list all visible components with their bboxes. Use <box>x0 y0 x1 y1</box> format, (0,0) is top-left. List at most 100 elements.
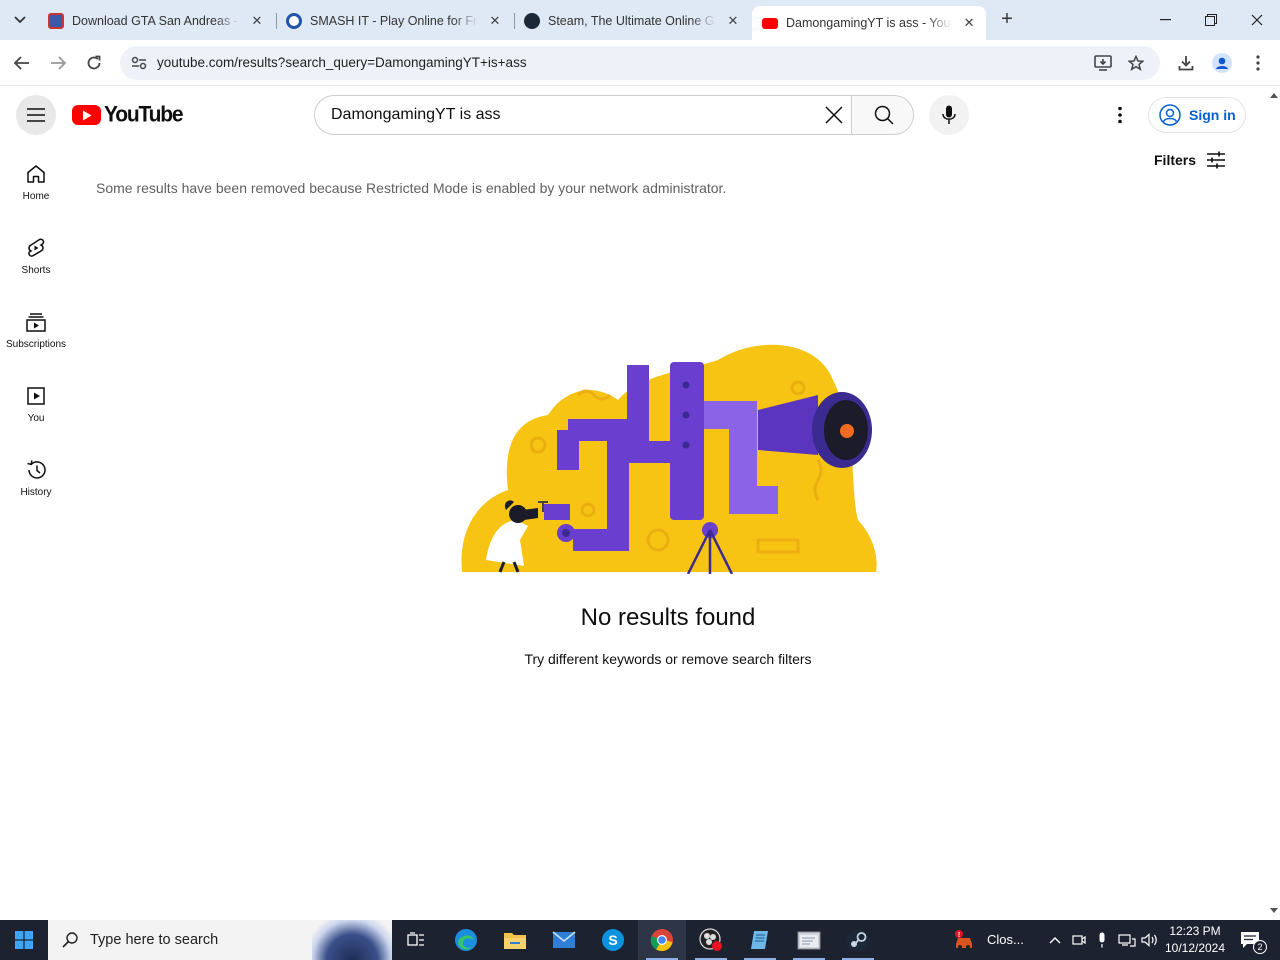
clock-date: 10/12/2024 <box>1164 941 1226 955</box>
notification-count-badge: 2 <box>1253 940 1267 954</box>
microphone-icon <box>942 105 956 124</box>
sidebar-item-history[interactable]: History <box>4 439 68 509</box>
taskbar-notepad[interactable] <box>736 920 784 960</box>
notepad-icon <box>751 931 768 949</box>
task-view-icon <box>407 932 424 946</box>
mail-icon <box>552 931 576 948</box>
sidebar-item-label: Home <box>22 191 50 202</box>
show-hidden-icons-button[interactable] <box>1044 920 1066 960</box>
youtube-play-logo-icon <box>72 105 101 125</box>
task-view-button[interactable] <box>392 920 440 960</box>
start-button[interactable] <box>0 920 48 960</box>
profile-icon <box>1212 53 1232 73</box>
close-tab-icon[interactable]: ✕ <box>250 13 264 29</box>
sidebar-item-home[interactable]: Home <box>4 143 68 213</box>
browser-tab-smash-it[interactable]: SMASH IT - Play Online for Free ✕ <box>276 6 512 36</box>
bookmark-star-icon[interactable] <box>1125 52 1147 74</box>
restore-button[interactable] <box>1188 0 1234 40</box>
close-tab-icon[interactable]: ✕ <box>488 13 502 29</box>
tray-meet-now[interactable] <box>1068 920 1090 960</box>
page-scrollbar[interactable] <box>1268 87 1280 920</box>
search-button[interactable] <box>851 96 913 134</box>
notification-center-button[interactable]: 2 <box>1232 920 1268 960</box>
tray-volume[interactable] <box>1139 920 1161 960</box>
taskbar-chrome[interactable] <box>638 920 686 960</box>
search-input[interactable] <box>315 96 815 134</box>
taskbar-mail[interactable] <box>540 920 588 960</box>
sidebar-item-shorts[interactable]: Shorts <box>4 217 68 287</box>
youtube-logo[interactable]: YouTube <box>72 102 184 127</box>
no-results-subtitle: Try different keywords or remove search … <box>524 651 812 667</box>
browser-tab-bar: Download GTA San Andreas - G ✕ SMASH IT … <box>0 0 1280 40</box>
search-icon <box>874 105 894 125</box>
obs-icon <box>699 928 722 951</box>
sliders-icon <box>1207 151 1226 169</box>
search-highlight-image[interactable] <box>312 920 392 960</box>
restricted-mode-notice: Some results have been removed because R… <box>96 180 727 196</box>
back-button[interactable] <box>8 49 36 77</box>
speaker-icon <box>1141 933 1157 947</box>
no-results-title: No results found <box>580 604 756 631</box>
svg-text:S: S <box>608 932 617 948</box>
sidebar-item-label: History <box>20 487 52 498</box>
browser-toolbar: youtube.com/results?search_query=Damonga… <box>0 40 1280 86</box>
close-icon <box>1251 14 1263 26</box>
browser-tab-gta[interactable]: Download GTA San Andreas - G ✕ <box>38 6 274 36</box>
url-text[interactable]: youtube.com/results?search_query=Damonga… <box>157 55 527 70</box>
tray-network[interactable] <box>1115 920 1139 960</box>
taskbar-search[interactable]: Type here to search <box>48 920 392 960</box>
taskbar-app-window[interactable] <box>785 920 833 960</box>
close-tab-icon[interactable]: ✕ <box>726 13 740 29</box>
arrow-right-icon <box>51 56 66 70</box>
sidebar-item-you[interactable]: You <box>4 365 68 435</box>
clear-search-button[interactable] <box>818 101 850 129</box>
profile-button[interactable] <box>1208 49 1236 77</box>
address-bar[interactable]: youtube.com/results?search_query=Damonga… <box>120 46 1160 80</box>
site-info-icon[interactable] <box>128 52 150 74</box>
settings-menu-button[interactable] <box>1106 103 1134 127</box>
history-icon <box>27 460 46 479</box>
taskbar-clock[interactable]: 12:23 PM 10/12/2024 <box>1160 923 1230 957</box>
browser-tab-youtube[interactable]: DamongamingYT is ass - YouTube ✕ <box>752 6 986 40</box>
subscriptions-icon <box>26 313 46 332</box>
install-app-icon[interactable] <box>1092 52 1114 74</box>
your-channel-icon <box>27 387 45 405</box>
guide-menu-button[interactable] <box>16 95 56 135</box>
svg-text:!: ! <box>958 932 960 939</box>
scroll-down-arrow-icon[interactable] <box>1270 907 1278 915</box>
tray-app-label[interactable]: Clos... <box>987 932 1024 947</box>
reload-icon <box>87 55 101 70</box>
browser-tab-steam[interactable]: Steam, The Ultimate Online Game ✕ <box>514 6 750 36</box>
home-icon <box>27 165 45 183</box>
reload-button[interactable] <box>80 49 108 77</box>
close-window-button[interactable] <box>1234 0 1280 40</box>
tab-search-button[interactable] <box>8 8 32 32</box>
search-icon <box>62 932 78 948</box>
scroll-up-arrow-icon[interactable] <box>1270 91 1278 99</box>
taskbar-edge[interactable] <box>442 920 490 960</box>
voice-search-button[interactable] <box>929 95 969 135</box>
taskbar-steam[interactable] <box>834 920 882 960</box>
chrome-icon <box>650 929 673 952</box>
new-tab-button[interactable]: + <box>996 9 1018 31</box>
minimize-button[interactable] <box>1142 0 1188 40</box>
sidebar-item-subscriptions[interactable]: Subscriptions <box>4 291 68 361</box>
downloads-button[interactable] <box>1172 49 1200 77</box>
taskbar-file-explorer[interactable] <box>491 920 539 960</box>
tray-app-warning[interactable]: ! <box>948 920 982 960</box>
forward-button[interactable] <box>44 49 72 77</box>
restore-icon <box>1205 14 1217 26</box>
tray-microphone[interactable] <box>1091 920 1113 960</box>
browser-menu-button[interactable] <box>1244 49 1272 77</box>
sign-in-button[interactable]: Sign in <box>1148 97 1246 133</box>
sidebar-item-label: Shorts <box>21 265 51 276</box>
network-icon <box>1118 934 1136 947</box>
gta-favicon-icon <box>48 13 64 29</box>
youtube-masthead: YouTube Sign in <box>0 87 1268 143</box>
close-tab-icon[interactable]: ✕ <box>962 15 976 31</box>
filters-button[interactable]: Filters <box>1154 148 1226 172</box>
taskbar-obs[interactable] <box>687 920 735 960</box>
chevron-down-icon <box>14 16 26 24</box>
windows-taskbar: Type here to search S ! Clos... 12:23 PM… <box>0 920 1280 960</box>
taskbar-skype[interactable]: S <box>589 920 637 960</box>
